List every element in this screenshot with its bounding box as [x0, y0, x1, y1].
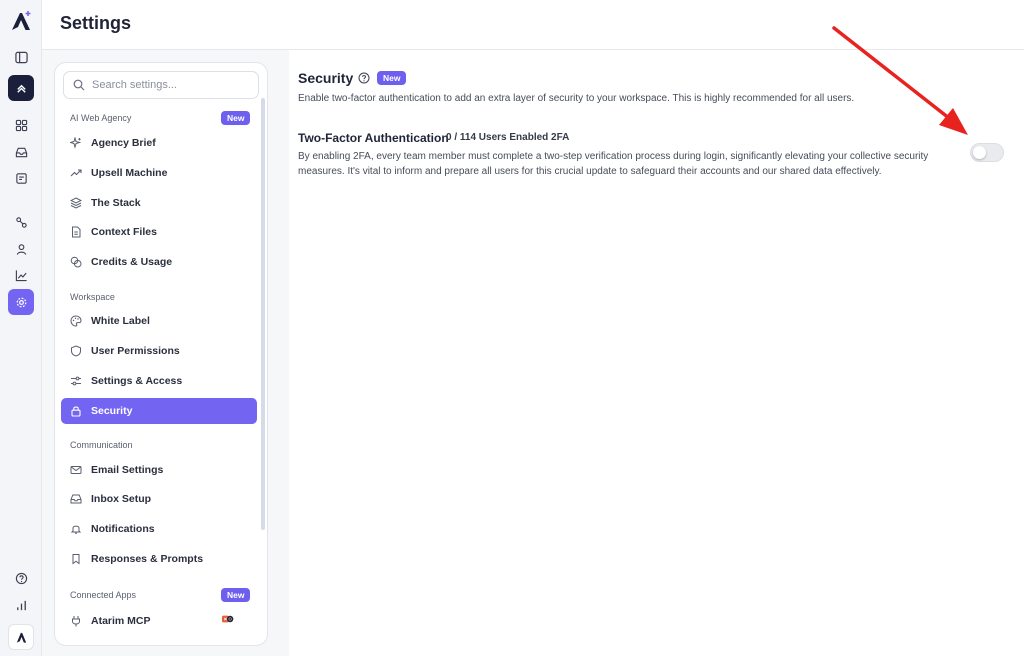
nav-item-user-permissions[interactable]: User Permissions	[61, 338, 257, 364]
brand-icon[interactable]	[8, 624, 34, 650]
nav-item-label: Notifications	[91, 523, 155, 535]
bookmark-icon	[72, 554, 80, 565]
nav-item-settings-access[interactable]: Settings & Access	[61, 368, 257, 394]
nav-item-email-settings[interactable]: Email Settings	[61, 457, 257, 483]
nav-item-label: The Stack	[91, 197, 141, 209]
palette-icon	[70, 315, 82, 327]
sliders-icon	[71, 376, 81, 386]
sparkle-icon	[70, 137, 82, 149]
sidebar-toggle-icon[interactable]	[8, 44, 34, 70]
section-heading: Security	[298, 70, 354, 86]
nav-item-label: Atarim MCP	[91, 615, 151, 627]
inbox-icon	[70, 494, 82, 504]
nav-item-label: Upsell Machine	[91, 167, 168, 179]
nav-item-label: Context Files	[91, 226, 157, 238]
mail-icon	[70, 466, 82, 474]
section-title-ai-web-agency: AI Web Agency	[70, 113, 132, 123]
nav-item-label: Agency Brief	[91, 137, 156, 149]
nav-item-atarim-mcp[interactable]: Atarim MCP	[61, 608, 257, 634]
annotation-arrow-icon	[832, 26, 968, 135]
section-title-communication: Communication	[70, 440, 133, 450]
chart-icon[interactable]	[8, 262, 34, 288]
home-icon[interactable]	[8, 75, 34, 101]
nav-item-label: Responses & Prompts	[91, 553, 204, 565]
grid-icon[interactable]	[8, 112, 34, 138]
inbox-icon[interactable]	[8, 139, 34, 165]
two-factor-title: Two-Factor Authentication	[298, 131, 449, 145]
nav-item-the-stack[interactable]: The Stack	[61, 190, 257, 216]
connected-app-icons	[222, 615, 234, 623]
file-icon	[72, 226, 81, 238]
nav-item-responses-prompts[interactable]: Responses & Prompts	[61, 546, 257, 572]
lock-icon	[71, 406, 81, 417]
nav-item-upsell-machine[interactable]: Upsell Machine	[61, 160, 257, 186]
nav-item-security[interactable]: Security	[61, 398, 257, 424]
nav-item-notifications[interactable]: Notifications	[61, 516, 257, 542]
nav-item-agency-brief[interactable]: Agency Brief	[61, 130, 257, 156]
nav-item-label: Settings & Access	[91, 375, 183, 387]
toggle-knob	[973, 146, 986, 159]
two-factor-description: By enabling 2FA, every team member must …	[298, 151, 929, 177]
plug-icon	[72, 616, 80, 627]
new-badge: New	[221, 588, 251, 602]
routes-icon[interactable]	[8, 209, 34, 235]
section-description: Enable two-factor authentication to add …	[298, 93, 855, 104]
two-factor-toggle[interactable]	[970, 143, 1004, 162]
coins-icon	[70, 256, 82, 268]
trending-up-icon	[70, 169, 82, 177]
search-box[interactable]	[63, 71, 259, 99]
help-circle-icon[interactable]	[358, 72, 370, 84]
calendar-icon[interactable]	[8, 165, 34, 191]
logo-icon[interactable]	[9, 9, 33, 33]
page-title: Settings	[60, 13, 132, 33]
shield-icon	[71, 345, 81, 357]
nav-scrollbar[interactable]	[261, 98, 265, 530]
nav-item-white-label[interactable]: White Label	[61, 308, 257, 334]
nav-item-label: Security	[91, 405, 133, 417]
nav-item-label: Email Settings	[91, 464, 164, 476]
two-factor-user-count: 0 / 114 Users Enabled 2FA	[446, 132, 570, 143]
section-title-connected-apps: Connected Apps	[70, 590, 137, 600]
stats-icon[interactable]	[8, 592, 34, 618]
layers-icon	[70, 197, 82, 209]
nav-item-label: White Label	[91, 315, 150, 327]
search-icon	[73, 79, 85, 91]
help-icon[interactable]	[8, 565, 34, 591]
section-title-workspace: Workspace	[70, 292, 115, 302]
left-rail	[0, 0, 42, 656]
nav-item-credits-usage[interactable]: Credits & Usage	[61, 249, 257, 275]
nav-item-label: Inbox Setup	[91, 493, 152, 505]
new-badge: New	[221, 111, 251, 125]
nav-item-label: Credits & Usage	[91, 256, 173, 268]
nav-item-label: User Permissions	[91, 345, 180, 357]
settings-nav-panel: AI Web Agency New Agency Brief Upsell Ma…	[54, 62, 268, 646]
search-input[interactable]	[92, 79, 252, 91]
bell-icon	[70, 525, 82, 534]
new-badge: New	[377, 71, 407, 85]
nav-item-inbox-setup[interactable]: Inbox Setup	[61, 486, 257, 512]
nav-item-context-files[interactable]: Context Files	[61, 219, 257, 245]
settings-icon[interactable]	[8, 289, 34, 315]
user-icon[interactable]	[8, 236, 34, 262]
